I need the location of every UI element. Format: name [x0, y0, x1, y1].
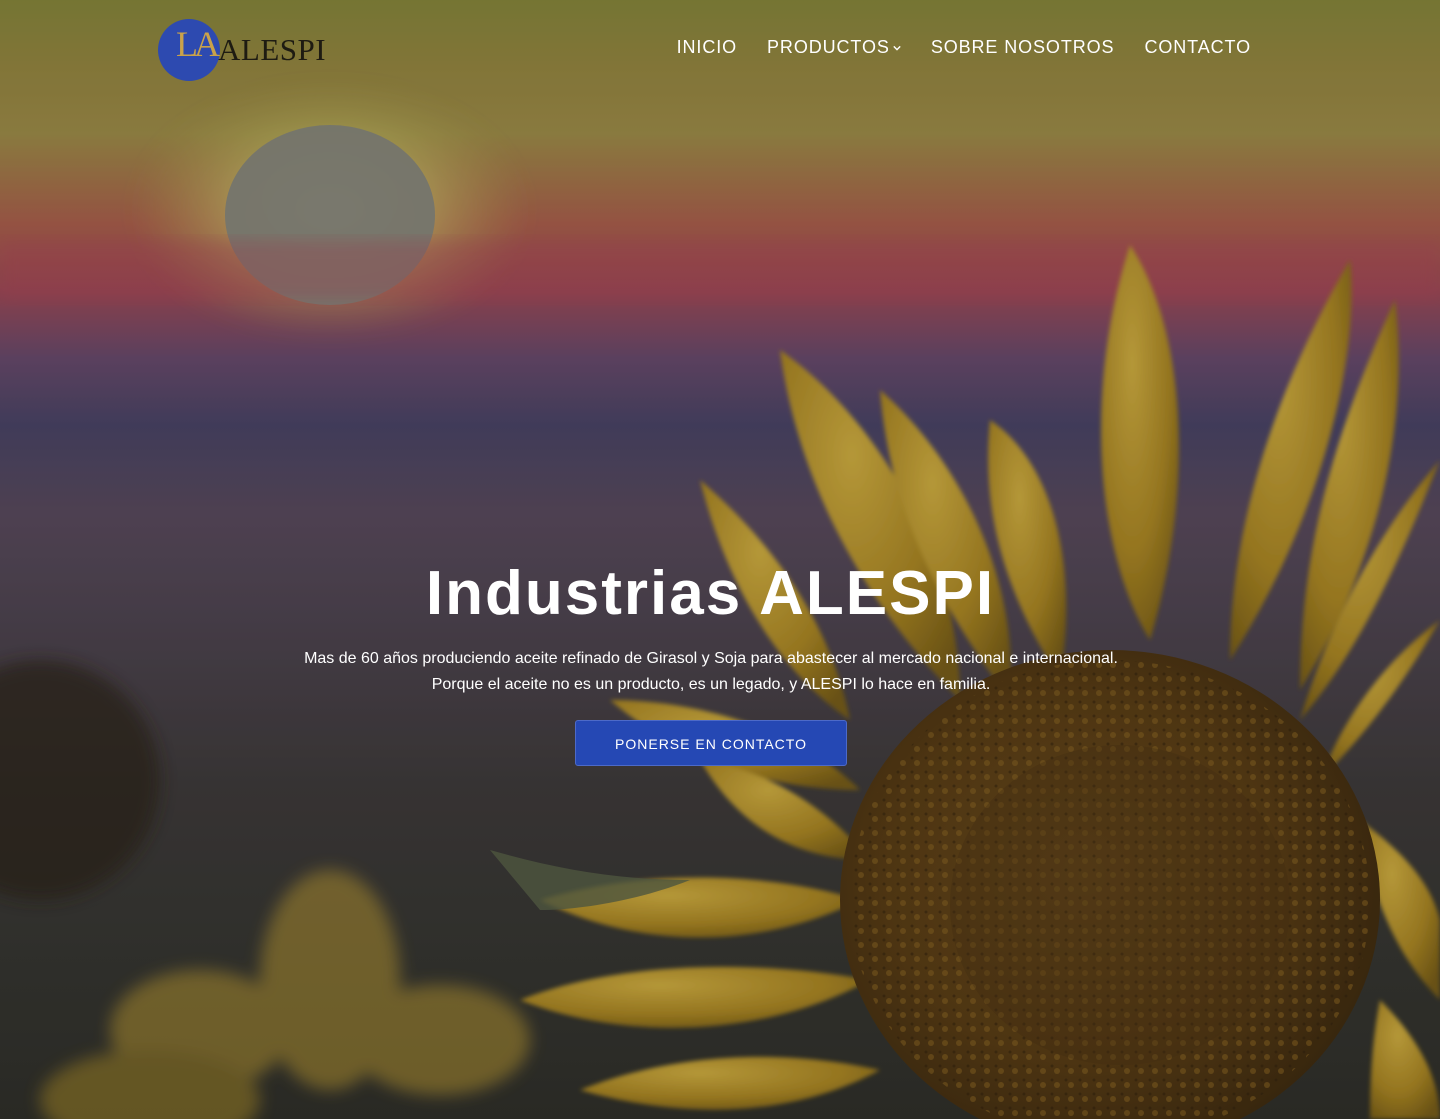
contact-cta-button[interactable]: PONERSE EN CONTACTO [575, 720, 847, 766]
nav-item-inicio[interactable]: INICIO [677, 37, 737, 58]
nav-item-sobre-nosotros[interactable]: SOBRE NOSOTROS [931, 37, 1115, 58]
hero-section: LA ALESPI INICIO PRODUCTOS SOBRE NOSOTRO… [0, 0, 1440, 1119]
chevron-down-icon [893, 45, 901, 51]
brand-logo[interactable]: LA ALESPI [158, 18, 326, 82]
logo-circle-icon: LA [158, 19, 220, 81]
site-header: LA ALESPI INICIO PRODUCTOS SOBRE NOSOTRO… [0, 0, 1440, 98]
nav-item-label: INICIO [676, 37, 738, 57]
hero-subtitle-line-2: Porque el aceite no es un producto, es u… [431, 676, 991, 693]
brand-name: ALESPI [218, 32, 327, 67]
main-nav: INICIO PRODUCTOS SOBRE NOSOTROS CONTACTO [677, 37, 1251, 58]
nav-item-contacto[interactable]: CONTACTO [1144, 37, 1251, 58]
hero-subtitle-line-1: Mas de 60 años produciendo aceite refina… [304, 650, 1118, 667]
hero-title: Industrias ALESPI [425, 559, 996, 628]
nav-item-label: PRODUCTOS [767, 37, 890, 57]
nav-item-label: CONTACTO [1144, 37, 1251, 57]
nav-item-label: SOBRE NOSOTROS [930, 37, 1115, 57]
logo-monogram: LA [176, 24, 220, 64]
hero-subtitle: Mas de 60 años produciendo aceite refina… [0, 646, 1440, 698]
nav-item-productos[interactable]: PRODUCTOS [767, 37, 901, 58]
hero-content: Industrias ALESPI Mas de 60 años produci… [0, 556, 1440, 766]
